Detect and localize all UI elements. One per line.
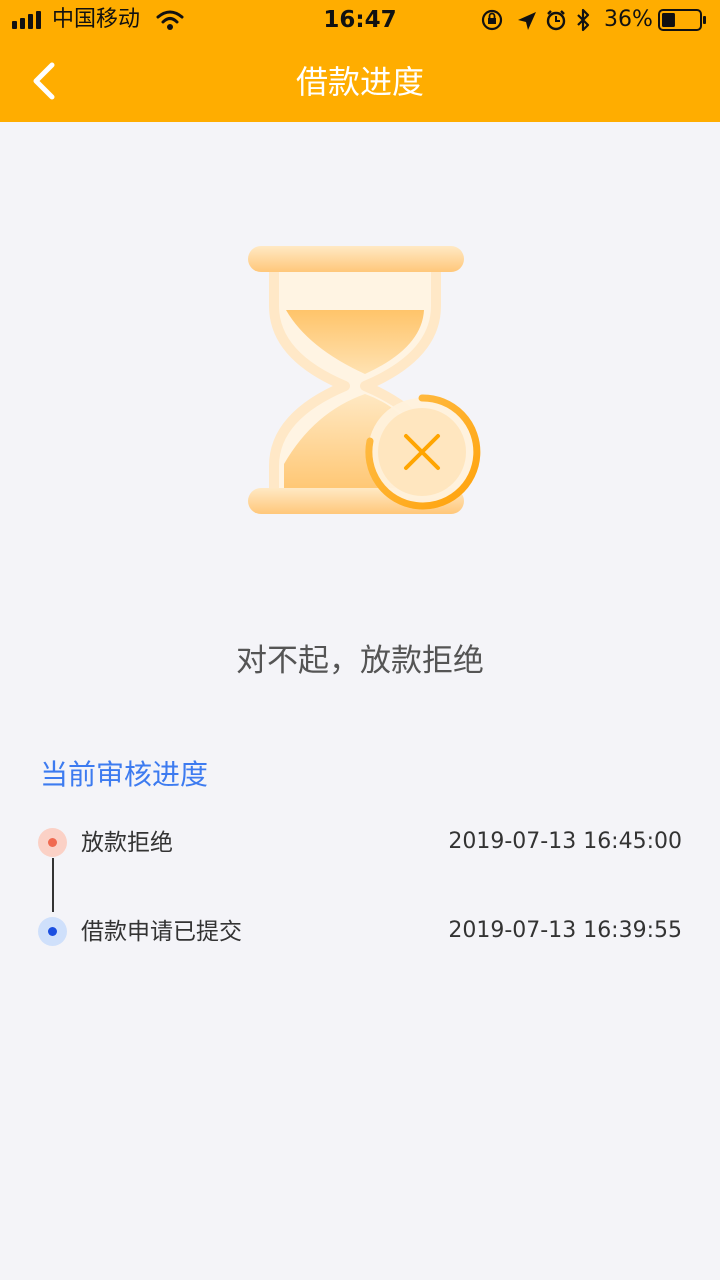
timeline-item-time: 2019-07-13 16:45:00 — [448, 829, 682, 854]
alarm-icon — [546, 10, 566, 31]
location-icon — [518, 12, 536, 30]
page-title: 借款进度 — [295, 63, 424, 101]
hourglass-rejected-icon — [248, 246, 481, 514]
status-dot-rejected — [38, 828, 67, 857]
progress-section-title: 当前审核进度 — [40, 758, 209, 791]
rotation-lock-icon — [481, 9, 503, 31]
timeline-item-rejected: 放款拒绝 2019-07-13 16:45:00 — [38, 826, 682, 858]
battery-icon — [658, 9, 706, 31]
status-icons — [481, 8, 590, 32]
battery-percent: 36% — [604, 7, 653, 32]
header: 中国移动 16:47 36% 借款进度 — [0, 0, 720, 122]
status-bar: 中国移动 16:47 36% — [0, 0, 720, 40]
timeline-item-submitted: 借款申请已提交 2019-07-13 16:39:55 — [38, 915, 682, 947]
timeline-connector — [52, 858, 54, 912]
timeline-item-label: 放款拒绝 — [81, 830, 173, 856]
nav-bar: 借款进度 — [0, 40, 720, 122]
bluetooth-icon — [577, 8, 590, 32]
timeline-item-time: 2019-07-13 16:39:55 — [448, 918, 682, 943]
status-dot-submitted — [38, 917, 67, 946]
timeline-item-label: 借款申请已提交 — [81, 919, 242, 945]
result-message: 对不起，放款拒绝 — [236, 643, 484, 679]
